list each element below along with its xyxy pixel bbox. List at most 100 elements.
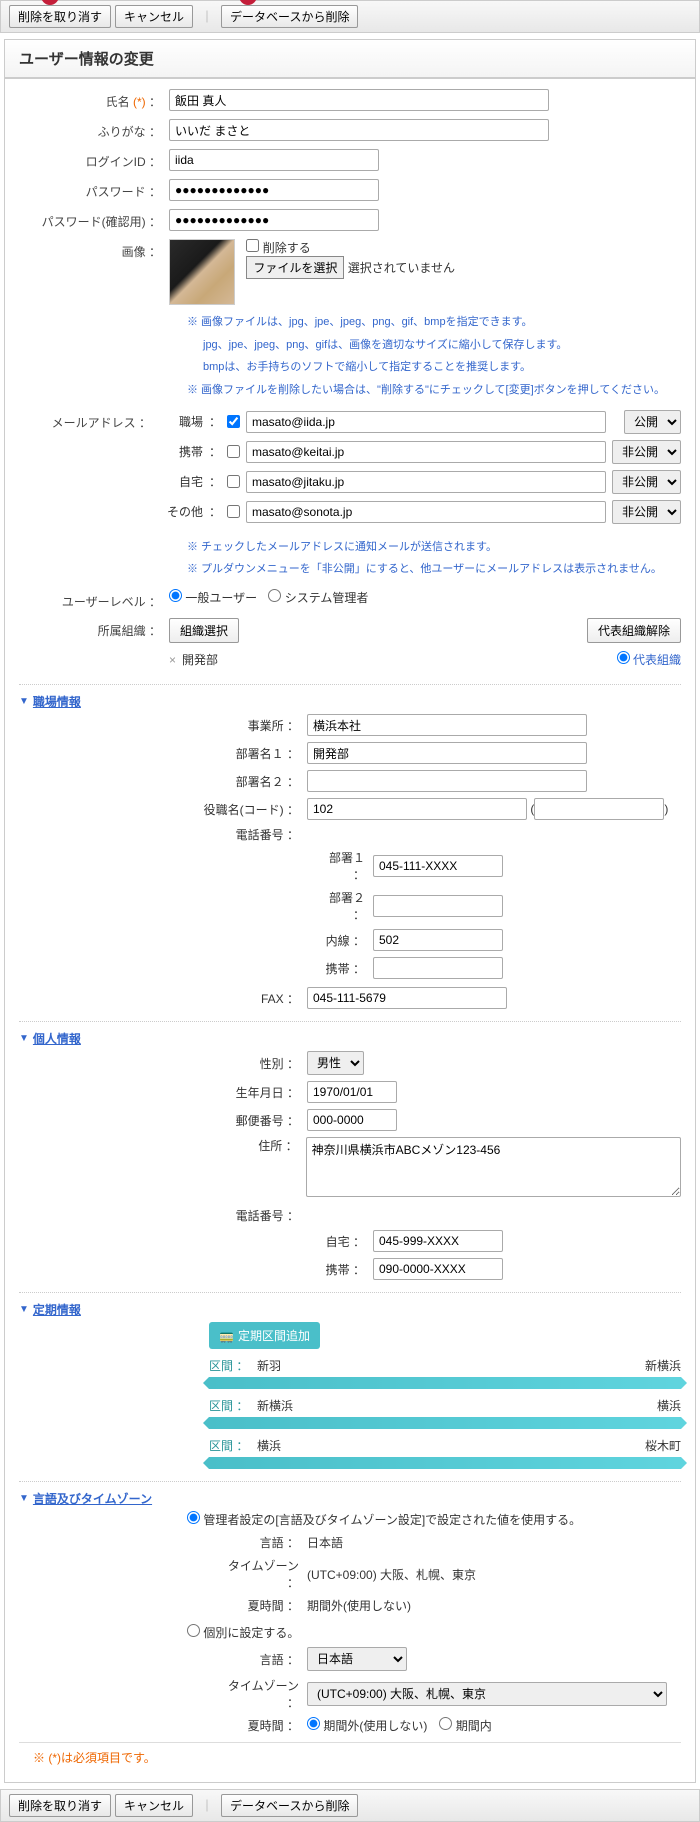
dept1-label: 部署名１ ： xyxy=(187,745,307,762)
password-confirm-label: パスワード(確認用) xyxy=(42,215,146,229)
delete-image-check[interactable]: 削除する xyxy=(246,241,310,255)
image-note-4: ※ 画像ファイルを削除したい場合は、"削除する"にチェックして[変更]ボタンを押… xyxy=(187,381,681,400)
cancel-button[interactable]: キャンセル xyxy=(115,5,193,28)
file-select-button[interactable]: ファイルを選択 xyxy=(246,256,344,279)
work-mail-input[interactable] xyxy=(246,411,606,433)
work-mail-visibility[interactable]: 公開 xyxy=(624,410,681,434)
org-name: 開発部 xyxy=(182,651,218,668)
furigana-input[interactable] xyxy=(169,119,549,141)
postal-label: 郵便番号 ： xyxy=(187,1112,307,1129)
separator: ｜ xyxy=(201,8,213,25)
sysadmin-radio[interactable]: システム管理者 xyxy=(268,591,368,605)
postal-input[interactable] xyxy=(307,1109,397,1131)
tz-label-2: タイムゾーン ： xyxy=(217,1677,307,1711)
use-admin-radio[interactable]: 管理者設定の[言語及びタイムゾーン設定]で設定された値を使用する。 xyxy=(187,1513,581,1527)
other-mail-visibility[interactable]: 非公開 xyxy=(612,500,681,524)
mail-note-2: ※ プルダウンメニューを「非公開」にすると、他ユーザーにメールアドレスは表示され… xyxy=(187,560,681,579)
work-mail-label: 職場 xyxy=(159,413,203,430)
teiki-to: 新横浜 xyxy=(645,1357,681,1374)
mobile-input[interactable] xyxy=(373,957,503,979)
teiki-to: 桜木町 xyxy=(645,1437,681,1454)
individual-radio[interactable]: 個別に設定する。 xyxy=(187,1624,681,1641)
org-select-button[interactable]: 組織選択 xyxy=(169,618,239,643)
title-label: 役職名(コード) ： xyxy=(187,801,307,818)
userlevel-label: ユーザーレベル xyxy=(62,595,146,609)
phone-label: 電話番号 ： xyxy=(187,826,307,843)
teiki-add-button[interactable]: 🚃定期区間追加 xyxy=(209,1322,320,1349)
birth-input[interactable] xyxy=(307,1081,397,1103)
office-input[interactable] xyxy=(307,714,587,736)
section-label: 区間 ： xyxy=(209,1437,249,1454)
panel-title: ユーザー情報の変更 xyxy=(5,40,695,79)
mail-note-1: ※ チェックしたメールアドレスに通知メールが送信されます。 xyxy=(187,538,681,557)
teiki-info-link[interactable]: 定期情報 xyxy=(33,1301,81,1318)
password-input[interactable] xyxy=(169,179,379,201)
home-phone-input[interactable] xyxy=(373,1230,503,1252)
office-label: 事業所 ： xyxy=(187,717,307,734)
db-delete-button-bottom[interactable]: データベースから削除 xyxy=(221,1794,358,1817)
address-input[interactable] xyxy=(306,1137,681,1197)
work-mail-check[interactable] xyxy=(227,415,240,428)
ext-label: 内線 ： xyxy=(317,932,373,949)
phone-label-2: 電話番号 ： xyxy=(187,1207,307,1224)
general-user-radio[interactable]: 一般ユーザー xyxy=(169,591,257,605)
org-remove-icon[interactable]: × xyxy=(169,653,176,667)
gender-label: 性別 ： xyxy=(187,1055,307,1072)
db-delete-button[interactable]: データベースから削除 xyxy=(221,5,358,28)
rep-org-release-button[interactable]: 代表組織解除 xyxy=(587,618,681,643)
other-mail-check[interactable] xyxy=(227,505,240,518)
undo-delete-button-bottom[interactable]: 削除を取り消す xyxy=(9,1794,111,1817)
gender-select[interactable]: 男性 xyxy=(307,1051,364,1075)
train-icon: 🚃 xyxy=(219,1329,234,1343)
lang-label-2: 言語 ： xyxy=(217,1651,307,1668)
collapse-icon[interactable]: ▼ xyxy=(19,1033,29,1044)
password-confirm-input[interactable] xyxy=(169,209,379,231)
password-label: パスワード xyxy=(86,185,146,199)
lang-select[interactable]: 日本語 xyxy=(307,1647,407,1671)
dst-out-radio[interactable]: 期間外(使用しない) xyxy=(307,1717,427,1734)
loginid-input[interactable] xyxy=(169,149,379,171)
collapse-icon[interactable]: ▼ xyxy=(19,1304,29,1315)
teiki-to: 横浜 xyxy=(657,1397,681,1414)
tz-select[interactable]: (UTC+09:00) 大阪、札幌、東京 xyxy=(307,1682,667,1706)
dept1-input[interactable] xyxy=(307,742,587,764)
name-input[interactable] xyxy=(169,89,549,111)
dst-value: 期間外(使用しない) xyxy=(307,1597,411,1614)
home-mail-input[interactable] xyxy=(246,471,606,493)
home-phone-label: 自宅 ： xyxy=(317,1233,373,1250)
undo-delete-button[interactable]: 削除を取り消す xyxy=(9,5,111,28)
collapse-icon[interactable]: ▼ xyxy=(19,1493,29,1504)
section-label: 区間 ： xyxy=(209,1357,249,1374)
teiki-from: 横浜 xyxy=(257,1437,281,1454)
image-label: 画像 xyxy=(122,245,146,259)
home-mail-visibility[interactable]: 非公開 xyxy=(612,470,681,494)
fax-input[interactable] xyxy=(307,987,507,1009)
ph1-input[interactable] xyxy=(373,855,503,877)
lang-value: 日本語 xyxy=(307,1534,343,1551)
cancel-button-bottom[interactable]: キャンセル xyxy=(115,1794,193,1817)
section-label: 区間 ： xyxy=(209,1397,249,1414)
furigana-label: ふりがな xyxy=(98,125,146,139)
rep-org-radio[interactable]: 代表組織 xyxy=(617,653,681,667)
home-mail-label: 自宅 xyxy=(159,473,203,490)
teiki-row: 区間 ： 横浜 桜木町 xyxy=(209,1437,681,1469)
collapse-icon[interactable]: ▼ xyxy=(19,696,29,707)
home-mail-check[interactable] xyxy=(227,475,240,488)
mobile-mail-input[interactable] xyxy=(246,441,606,463)
dept2-input[interactable] xyxy=(307,770,587,792)
lang-tz-link[interactable]: 言語及びタイムゾーン xyxy=(33,1490,152,1507)
mobile-phone-input[interactable] xyxy=(373,1258,503,1280)
mobile-mail-check[interactable] xyxy=(227,445,240,458)
work-info-link[interactable]: 職場情報 xyxy=(33,693,81,710)
dst-in-radio[interactable]: 期間内 xyxy=(439,1717,491,1734)
other-mail-input[interactable] xyxy=(246,501,606,523)
ext-input[interactable] xyxy=(373,929,503,951)
title-name-input[interactable] xyxy=(534,798,664,820)
personal-info-link[interactable]: 個人情報 xyxy=(33,1030,81,1047)
ph2-input[interactable] xyxy=(373,895,503,917)
teiki-row: 区間 ：新羽新横浜 xyxy=(209,1357,681,1389)
separator: ｜ xyxy=(201,1797,213,1814)
title-code-input[interactable] xyxy=(307,798,527,820)
mobile-mail-visibility[interactable]: 非公開 xyxy=(612,440,681,464)
image-note-1: ※ 画像ファイルは、jpg、jpe、jpeg、png、gif、bmpを指定できま… xyxy=(187,313,681,332)
